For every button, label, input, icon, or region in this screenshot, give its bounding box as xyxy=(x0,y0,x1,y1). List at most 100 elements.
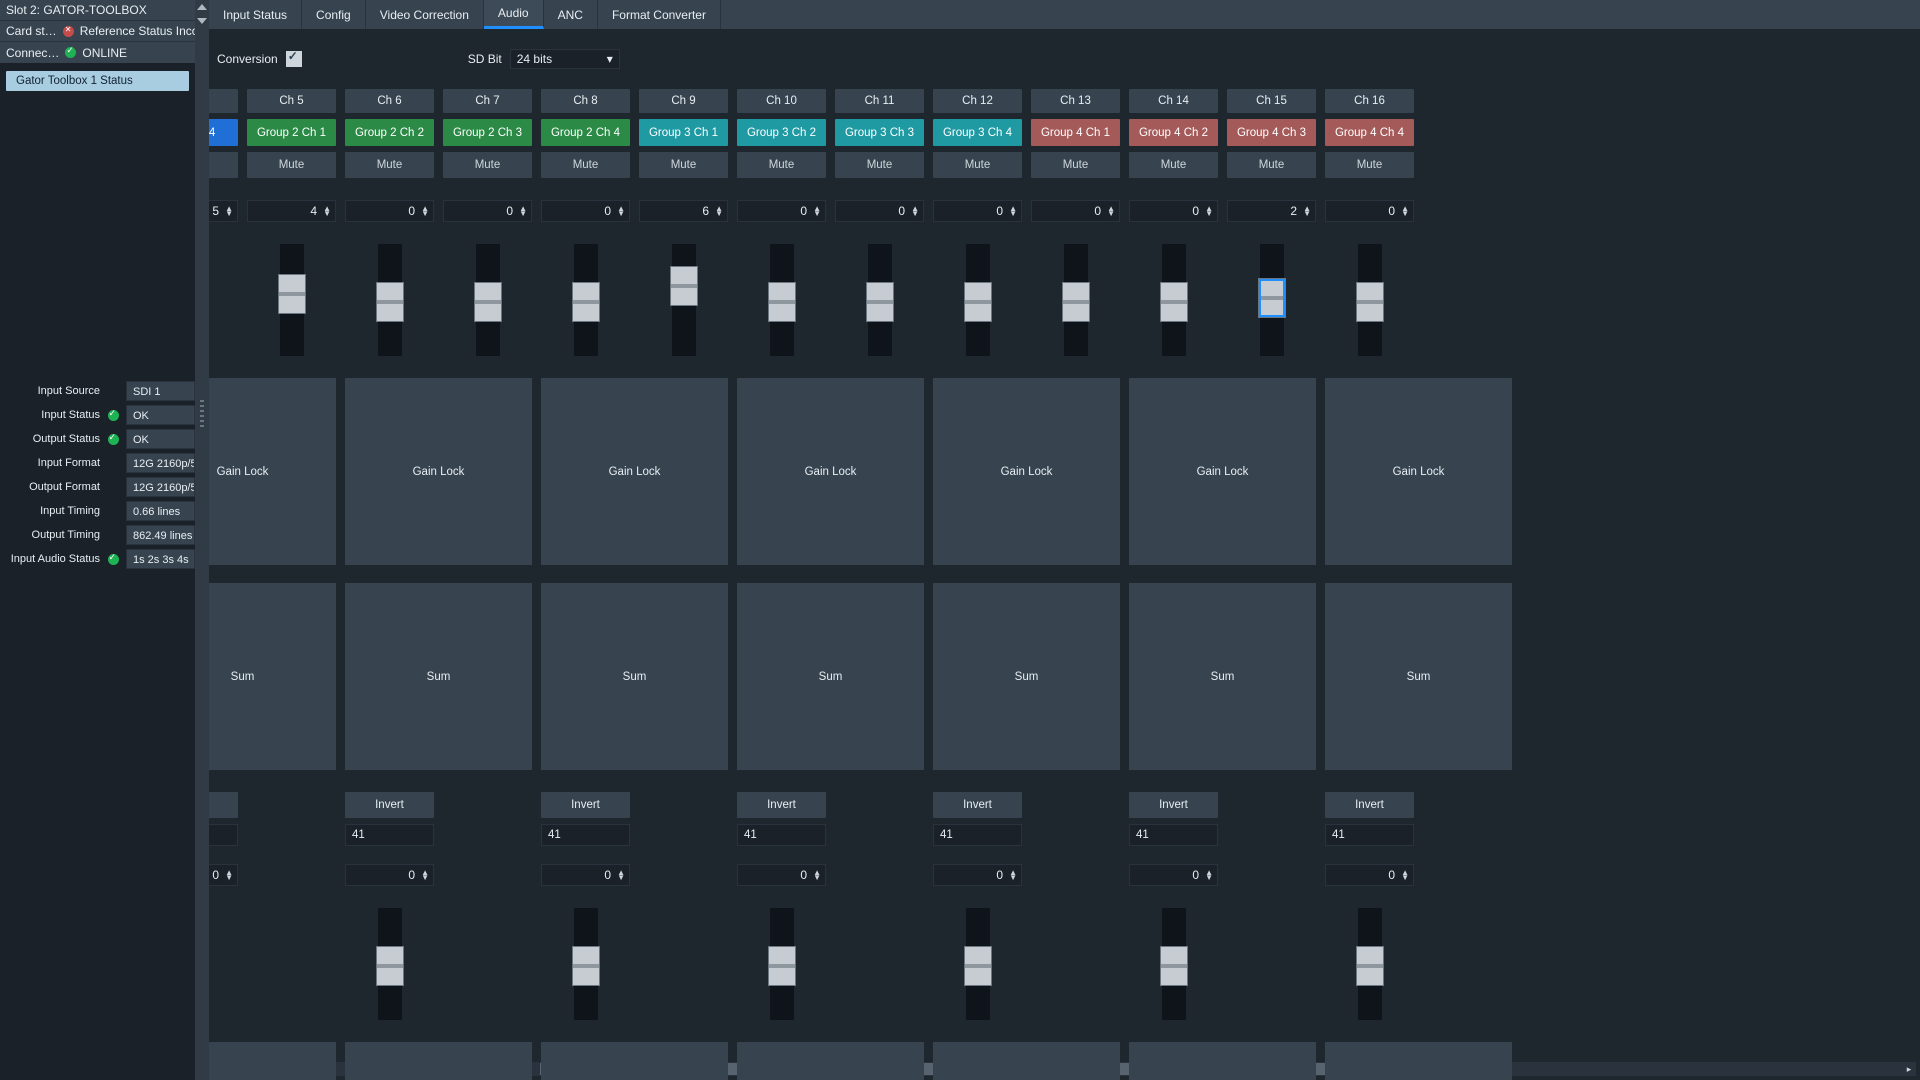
delay-spinner[interactable]: 0▲▼ xyxy=(1325,864,1414,886)
splitter[interactable] xyxy=(195,0,209,1080)
slider-thumb[interactable] xyxy=(376,282,404,322)
group-button[interactable]: Group 4 Ch 4 xyxy=(1325,119,1414,146)
mute-button[interactable]: Mute xyxy=(933,152,1022,178)
spinner-arrows-icon[interactable]: ▲▼ xyxy=(1107,206,1115,216)
slider-thumb[interactable] xyxy=(1258,278,1286,318)
delay-lock-button[interactable]: Delay Lock xyxy=(345,1042,532,1080)
spinner-arrows-icon[interactable]: ▲▼ xyxy=(813,206,821,216)
group-button[interactable]: Group 4 Ch 1 xyxy=(1031,119,1120,146)
delay-lock-button[interactable]: Delay Lock xyxy=(1129,1042,1316,1080)
sum-button[interactable]: Sum xyxy=(1129,583,1316,770)
gain-spinner[interactable]: 0▲▼ xyxy=(835,200,924,222)
tab-anc[interactable]: ANC xyxy=(544,0,598,29)
sum-button[interactable]: Sum xyxy=(541,583,728,770)
spinner-arrows-icon[interactable]: ▲▼ xyxy=(617,870,625,880)
gain-spinner[interactable]: 0▲▼ xyxy=(443,200,532,222)
slider-thumb[interactable] xyxy=(572,282,600,322)
delay-spinner[interactable]: 0▲▼ xyxy=(1129,864,1218,886)
group-button[interactable]: Group 2 Ch 4 xyxy=(541,119,630,146)
mute-button[interactable]: Mute xyxy=(1031,152,1120,178)
delay-lock-button[interactable]: Delay Lock xyxy=(1325,1042,1512,1080)
spinner-arrows-icon[interactable]: ▲▼ xyxy=(1205,870,1213,880)
delay-slider[interactable] xyxy=(933,908,1022,1020)
delay-slider[interactable] xyxy=(345,908,434,1020)
gain-slider[interactable] xyxy=(835,244,924,356)
value-input[interactable]: 41 xyxy=(933,824,1022,846)
spinner-arrows-icon[interactable]: ▲▼ xyxy=(225,870,233,880)
gain-slider[interactable] xyxy=(443,244,532,356)
gain-lock-button[interactable]: Gain Lock xyxy=(209,378,336,565)
mute-button[interactable]: Mute xyxy=(247,152,336,178)
gain-spinner[interactable]: 0▲▼ xyxy=(541,200,630,222)
slider-thumb[interactable] xyxy=(964,946,992,986)
invert-button[interactable]: Invert xyxy=(1325,792,1414,818)
spinner-arrows-icon[interactable]: ▲▼ xyxy=(911,206,919,216)
invert-button[interactable]: Invert xyxy=(209,792,238,818)
delay-slider[interactable] xyxy=(1325,908,1414,1020)
gain-spinner[interactable]: 5▲▼ xyxy=(209,200,238,222)
invert-button[interactable]: Invert xyxy=(541,792,630,818)
slider-thumb[interactable] xyxy=(278,274,306,314)
invert-button[interactable]: Invert xyxy=(1129,792,1218,818)
gain-slider[interactable] xyxy=(541,244,630,356)
delay-slider[interactable] xyxy=(737,908,826,1020)
chevron-right-icon[interactable] xyxy=(197,18,207,24)
gain-spinner[interactable]: 6▲▼ xyxy=(639,200,728,222)
delay-lock-button[interactable]: Delay Lock xyxy=(209,1042,336,1080)
value-input[interactable]: 41 xyxy=(209,824,238,846)
group-button[interactable]: Group 4 Ch 2 xyxy=(1129,119,1218,146)
value-input[interactable]: 41 xyxy=(737,824,826,846)
group-button[interactable]: Group 2 Ch 3 xyxy=(443,119,532,146)
mute-button[interactable]: Mute xyxy=(443,152,532,178)
gain-slider[interactable] xyxy=(737,244,826,356)
gain-lock-button[interactable]: Gain Lock xyxy=(1325,378,1512,565)
mute-button[interactable]: Mute xyxy=(345,152,434,178)
gain-spinner[interactable]: 0▲▼ xyxy=(345,200,434,222)
slider-thumb[interactable] xyxy=(1062,282,1090,322)
gain-spinner[interactable]: 0▲▼ xyxy=(933,200,1022,222)
spinner-arrows-icon[interactable]: ▲▼ xyxy=(1401,870,1409,880)
slider-thumb[interactable] xyxy=(572,946,600,986)
group-button[interactable]: Group 4 Ch 3 xyxy=(1227,119,1316,146)
sdbit-select[interactable]: 24 bits ▾ xyxy=(510,49,620,69)
slider-thumb[interactable] xyxy=(1356,282,1384,322)
slider-thumb[interactable] xyxy=(1356,946,1384,986)
gain-spinner[interactable]: 0▲▼ xyxy=(1129,200,1218,222)
invert-button[interactable]: Invert xyxy=(345,792,434,818)
tab-video-correction[interactable]: Video Correction xyxy=(366,0,484,29)
gain-lock-button[interactable]: Gain Lock xyxy=(541,378,728,565)
value-input[interactable]: 41 xyxy=(541,824,630,846)
scroll-right-icon[interactable]: ▸ xyxy=(1902,1062,1916,1076)
delay-lock-button[interactable]: Delay Lock xyxy=(541,1042,728,1080)
spinner-arrows-icon[interactable]: ▲▼ xyxy=(1009,870,1017,880)
delay-slider[interactable] xyxy=(209,908,238,1020)
spinner-arrows-icon[interactable]: ▲▼ xyxy=(225,206,233,216)
spinner-arrows-icon[interactable]: ▲▼ xyxy=(1303,206,1311,216)
mute-button[interactable]: Mute xyxy=(835,152,924,178)
gain-slider[interactable] xyxy=(933,244,1022,356)
slider-thumb[interactable] xyxy=(964,282,992,322)
mute-button[interactable]: Mute xyxy=(209,152,238,178)
status-tab-chip[interactable]: Gator Toolbox 1 Status xyxy=(6,71,189,91)
value-input[interactable]: 41 xyxy=(1129,824,1218,846)
delay-spinner[interactable]: 0▲▼ xyxy=(541,864,630,886)
gain-slider[interactable] xyxy=(1325,244,1414,356)
invert-button[interactable]: Invert xyxy=(737,792,826,818)
slider-thumb[interactable] xyxy=(1160,946,1188,986)
tab-format-converter[interactable]: Format Converter xyxy=(598,0,721,29)
group-button[interactable]: p 1 Ch 4 xyxy=(209,119,238,146)
delay-spinner[interactable]: 0▲▼ xyxy=(933,864,1022,886)
spinner-arrows-icon[interactable]: ▲▼ xyxy=(421,870,429,880)
slider-thumb[interactable] xyxy=(376,946,404,986)
gain-lock-button[interactable]: Gain Lock xyxy=(933,378,1120,565)
splitter-grip-icon[interactable] xyxy=(200,400,204,430)
gain-spinner[interactable]: 2▲▼ xyxy=(1227,200,1316,222)
mute-button[interactable]: Mute xyxy=(639,152,728,178)
spinner-arrows-icon[interactable]: ▲▼ xyxy=(1401,206,1409,216)
delay-spinner[interactable]: 0▲▼ xyxy=(737,864,826,886)
delay-lock-button[interactable]: Delay Lock xyxy=(737,1042,924,1080)
gain-spinner[interactable]: 0▲▼ xyxy=(1325,200,1414,222)
sum-button[interactable]: Sum xyxy=(345,583,532,770)
spinner-arrows-icon[interactable]: ▲▼ xyxy=(813,870,821,880)
slider-thumb[interactable] xyxy=(866,282,894,322)
